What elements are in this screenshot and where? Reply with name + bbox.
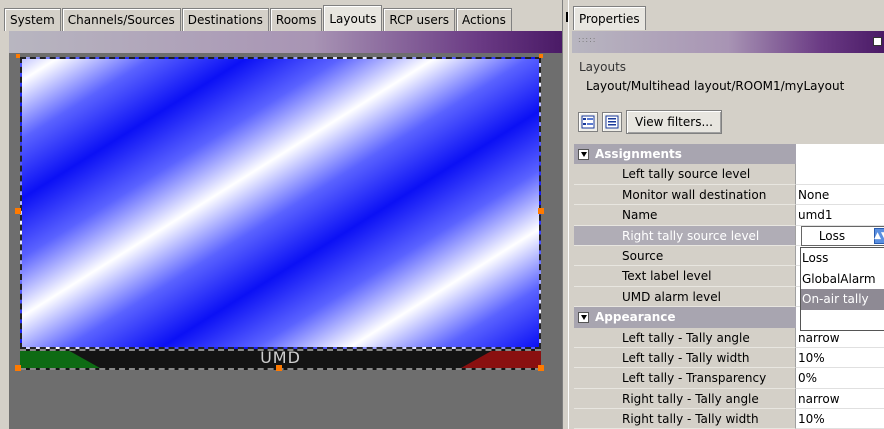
category-label: Appearance <box>595 310 676 325</box>
collapse-icon[interactable] <box>578 311 589 323</box>
tab-properties[interactable]: Properties <box>573 6 646 30</box>
collapse-icon[interactable] <box>578 148 589 160</box>
resize-handle-top-right[interactable] <box>539 54 543 58</box>
spinner-arrows-icon[interactable]: ▲▼ <box>874 228 884 244</box>
property-name: Left tally - Tally width <box>574 347 796 369</box>
resize-handle-right[interactable] <box>538 208 544 214</box>
property-name: Monitor wall destination <box>574 184 796 206</box>
property-grid: Assignments Left tally source level Moni… <box>574 144 884 429</box>
tab-actions[interactable]: Actions <box>456 8 512 31</box>
layout-editor-pane: System Channels/Sources Destinations Roo… <box>0 0 562 429</box>
tab-rooms[interactable]: Rooms <box>269 8 323 31</box>
property-row[interactable]: Left tally - Transparency 0% <box>574 368 884 389</box>
tab-channels-sources[interactable]: Channels/Sources <box>61 8 181 31</box>
section-label: Layouts <box>579 60 627 74</box>
resize-handle-bottom-left[interactable] <box>15 365 21 371</box>
dropdown-option-highlighted[interactable]: On-air tally <box>801 289 884 310</box>
property-name: Right tally - Tally width <box>574 409 796 429</box>
property-name: Left tally - Tally angle <box>574 327 796 348</box>
right-tally-source-select[interactable]: Loss ▲▼ <box>801 226 884 246</box>
video-monitor-tile[interactable] <box>20 57 541 349</box>
category-assignments[interactable]: Assignments <box>574 144 884 165</box>
property-row[interactable]: Left tally source level <box>574 164 884 185</box>
resize-handle-bottom-right[interactable] <box>538 365 544 371</box>
property-name: UMD alarm level <box>574 286 796 308</box>
dropdown-option[interactable]: GlobalAlarm <box>801 269 884 290</box>
property-name: Text label level <box>574 266 796 287</box>
property-name: Right tally - Tally angle <box>574 388 796 410</box>
property-row[interactable]: Monitor wall destination None <box>574 184 884 206</box>
property-value[interactable]: umd1 <box>796 205 884 226</box>
property-value[interactable]: None <box>796 184 884 206</box>
tab-destinations[interactable]: Destinations <box>181 8 269 31</box>
tab-layouts[interactable]: Layouts <box>323 5 383 31</box>
properties-title-bar: ::::: <box>572 31 884 53</box>
property-name: Name <box>574 205 796 226</box>
editor-title-bar <box>9 31 562 53</box>
property-name: Left tally - Transparency <box>574 368 796 389</box>
property-row[interactable]: Right tally - Tally angle narrow <box>574 388 884 410</box>
property-value[interactable]: 10% <box>796 409 884 429</box>
select-dropdown-list: Loss GlobalAlarm On-air tally <box>800 247 884 331</box>
resize-handle-top-left[interactable] <box>16 54 20 58</box>
layout-canvas[interactable]: UMD <box>9 53 562 429</box>
property-row[interactable]: Name umd1 <box>574 205 884 226</box>
pane-splitter[interactable] <box>562 0 569 429</box>
object-path: Layout/Multihead layout/ROOM1/myLayout <box>586 79 845 93</box>
dropdown-option[interactable]: Loss <box>801 248 884 269</box>
list-icon <box>605 115 619 129</box>
property-value[interactable] <box>796 164 884 185</box>
select-value: Loss <box>818 229 846 243</box>
property-name: Right tally source level <box>574 225 796 246</box>
categorized-icon <box>581 115 595 129</box>
view-filters-button[interactable]: View filters... <box>626 110 722 134</box>
properties-toolbar: View filters... <box>578 110 722 136</box>
property-row[interactable]: Left tally - Tally width 10% <box>574 347 884 369</box>
property-value[interactable]: 0% <box>796 368 884 389</box>
drag-grip-icon[interactable]: ::::: <box>578 35 596 44</box>
property-name: Source <box>574 245 796 267</box>
property-value[interactable]: narrow <box>796 388 884 410</box>
alphabetical-view-button[interactable] <box>602 112 622 132</box>
category-label: Assignments <box>595 147 682 162</box>
categorized-view-button[interactable] <box>578 112 598 132</box>
maximize-icon[interactable] <box>873 37 882 46</box>
resize-handle-bottom[interactable] <box>276 365 282 371</box>
property-row[interactable]: Right tally - Tally width 10% <box>574 409 884 429</box>
tab-system[interactable]: System <box>4 8 61 31</box>
property-name: Left tally source level <box>574 164 796 185</box>
main-tab-bar: System Channels/Sources Destinations Roo… <box>4 5 513 31</box>
tab-rcp-users[interactable]: RCP users <box>383 8 455 31</box>
resize-handle-left[interactable] <box>15 208 21 214</box>
properties-pane: Properties ::::: Layouts Layout/Multihea… <box>569 0 884 429</box>
splitter-grip-icon <box>566 12 568 22</box>
property-value[interactable]: 10% <box>796 347 884 369</box>
